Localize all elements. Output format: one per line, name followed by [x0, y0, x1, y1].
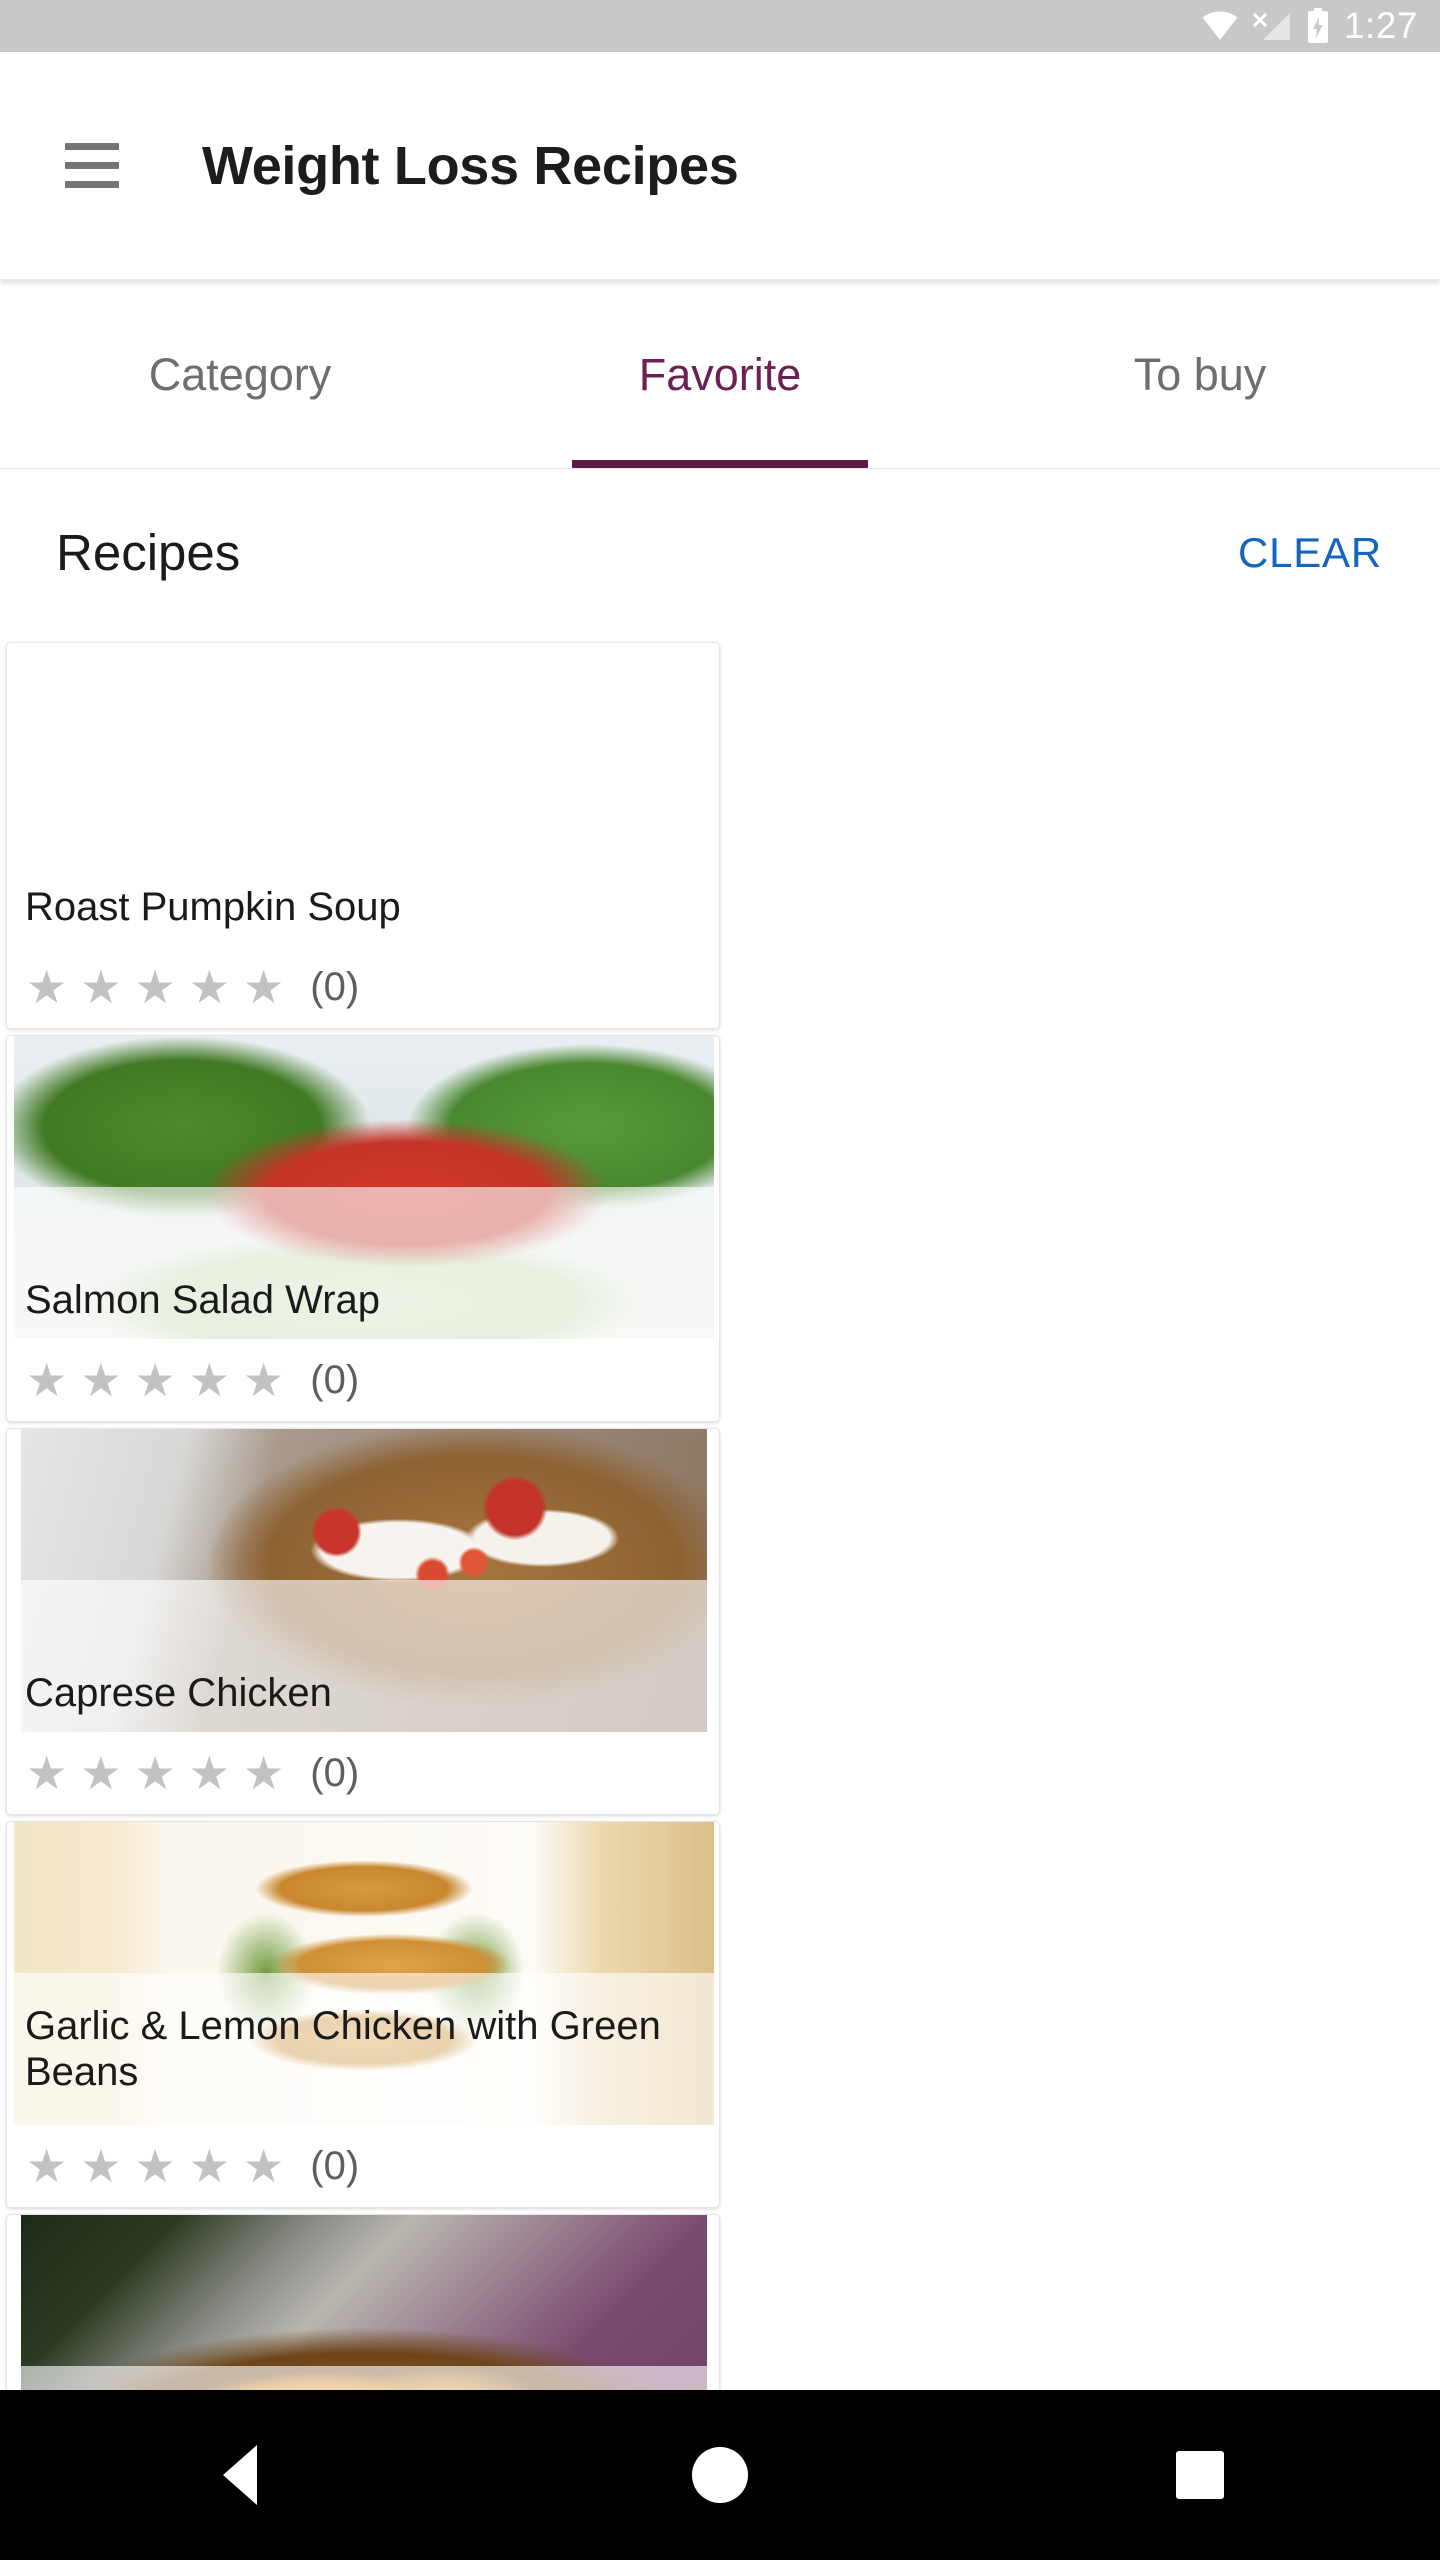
tab-bar: Category Favorite To buy — [0, 281, 1440, 469]
star-icon[interactable]: ★ — [184, 2143, 235, 2189]
tab-label: To buy — [1133, 348, 1267, 400]
recipe-image-wrapper: Garlic & Lemon Chicken with Green Beans — [7, 1822, 719, 2125]
star-icon[interactable]: ★ — [21, 1750, 72, 1796]
recipe-image-wrapper: Caprese Chicken — [7, 1429, 719, 1732]
battery-charging-icon — [1307, 8, 1328, 43]
star-icon[interactable]: ★ — [75, 1357, 126, 1403]
rating-count: (0) — [310, 964, 360, 1009]
star-icon[interactable]: ★ — [238, 964, 289, 1010]
clear-button[interactable]: CLEAR — [1238, 529, 1382, 577]
menu-line-bottom — [65, 181, 119, 188]
rating-count: (0) — [310, 1750, 360, 1795]
nav-back-button[interactable] — [0, 2390, 480, 2560]
star-icon[interactable]: ★ — [21, 964, 72, 1010]
star-icon[interactable]: ★ — [184, 1357, 235, 1403]
section-header: Recipes CLEAR — [0, 469, 1440, 636]
star-icon[interactable]: ★ — [184, 1750, 235, 1796]
recipe-grid: Roast Pumpkin Soup ★ ★ ★ ★ ★ (0) Salmon … — [0, 636, 1440, 2390]
tab-label: Favorite — [638, 348, 802, 400]
recipe-rating[interactable]: ★ ★ ★ ★ ★ (0) — [7, 2125, 719, 2207]
star-icon[interactable]: ★ — [130, 964, 181, 1010]
recipe-title-scrim: Caprese Chicken — [7, 1580, 719, 1732]
tab-to-buy[interactable]: To buy — [960, 281, 1440, 468]
page-title: Weight Loss Recipes — [202, 135, 739, 196]
menu-line-middle — [65, 162, 119, 169]
star-icon[interactable]: ★ — [21, 2143, 72, 2189]
recipe-rating[interactable]: ★ ★ ★ ★ ★ (0) — [7, 946, 719, 1028]
recipe-card[interactable]: Roast Pumpkin Soup ★ ★ ★ ★ ★ (0) — [6, 642, 720, 1029]
recipe-image-wrapper: Salmon Salad Wrap — [7, 1036, 719, 1339]
recipe-rating[interactable]: ★ ★ ★ ★ ★ (0) — [7, 1732, 719, 1814]
recipe-title-scrim: Roast Pumpkin Soup — [7, 794, 719, 946]
recipe-title: Roast Pumpkin Soup — [25, 885, 401, 929]
menu-line-top — [65, 143, 119, 150]
star-icon[interactable]: ★ — [75, 964, 126, 1010]
app-bar: Weight Loss Recipes — [0, 52, 1440, 280]
star-icon[interactable]: ★ — [130, 1750, 181, 1796]
star-icon[interactable]: ★ — [238, 2143, 289, 2189]
no-sim-signal-icon — [1252, 12, 1290, 40]
star-icon[interactable]: ★ — [184, 964, 235, 1010]
recipe-image-wrapper: Roast Pumpkin Soup — [7, 643, 719, 946]
nav-home-button[interactable] — [480, 2390, 960, 2560]
star-icon[interactable]: ★ — [75, 2143, 126, 2189]
star-icon[interactable]: ★ — [130, 1357, 181, 1403]
tab-label: Category — [148, 348, 332, 400]
recipe-title: Garlic & Lemon Chicken with Green Beans — [25, 2004, 661, 2094]
recipe-title-scrim: Garlic & Lemon Chicken with Green Beans — [7, 1973, 719, 2125]
recipe-card[interactable]: Salmon Salad Wrap ★ ★ ★ ★ ★ (0) — [6, 1035, 720, 1422]
star-icon[interactable]: ★ — [238, 1357, 289, 1403]
hamburger-menu-icon[interactable] — [44, 118, 140, 214]
home-circle-icon — [692, 2447, 748, 2503]
star-icon[interactable]: ★ — [21, 1357, 72, 1403]
recipe-image-wrapper: Pumpkin and Chicken Curry — [7, 2215, 719, 2390]
recipe-card[interactable]: Pumpkin and Chicken Curry ★ ★ ★ ★ ★ (0) — [6, 2214, 720, 2390]
recipe-card[interactable]: Garlic & Lemon Chicken with Green Beans … — [6, 1821, 720, 2208]
wifi-icon — [1202, 11, 1238, 41]
status-time: 1:27 — [1343, 4, 1418, 46]
recipe-title-scrim: Pumpkin and Chicken Curry — [7, 2366, 719, 2390]
recents-square-icon — [1176, 2451, 1224, 2499]
star-icon[interactable]: ★ — [238, 1750, 289, 1796]
nav-recents-button[interactable] — [960, 2390, 1440, 2560]
recipe-image — [21, 2215, 707, 2390]
section-title: Recipes — [56, 524, 241, 581]
star-icon[interactable]: ★ — [75, 1750, 126, 1796]
recipe-title-scrim: Salmon Salad Wrap — [7, 1187, 719, 1339]
status-bar: 1:27 — [0, 0, 1440, 52]
back-triangle-icon — [223, 2445, 257, 2505]
recipe-title: Salmon Salad Wrap — [25, 1278, 380, 1322]
star-icon[interactable]: ★ — [130, 2143, 181, 2189]
tab-category[interactable]: Category — [0, 281, 480, 468]
rating-count: (0) — [310, 2143, 360, 2188]
android-navigation-bar — [0, 2390, 1440, 2560]
recipe-card[interactable]: Caprese Chicken ★ ★ ★ ★ ★ (0) — [6, 1428, 720, 1815]
recipe-title: Caprese Chicken — [25, 1671, 332, 1715]
tab-favorite[interactable]: Favorite — [480, 281, 960, 468]
recipe-rating[interactable]: ★ ★ ★ ★ ★ (0) — [7, 1339, 719, 1421]
tab-active-indicator — [572, 460, 868, 468]
rating-count: (0) — [310, 1357, 360, 1402]
